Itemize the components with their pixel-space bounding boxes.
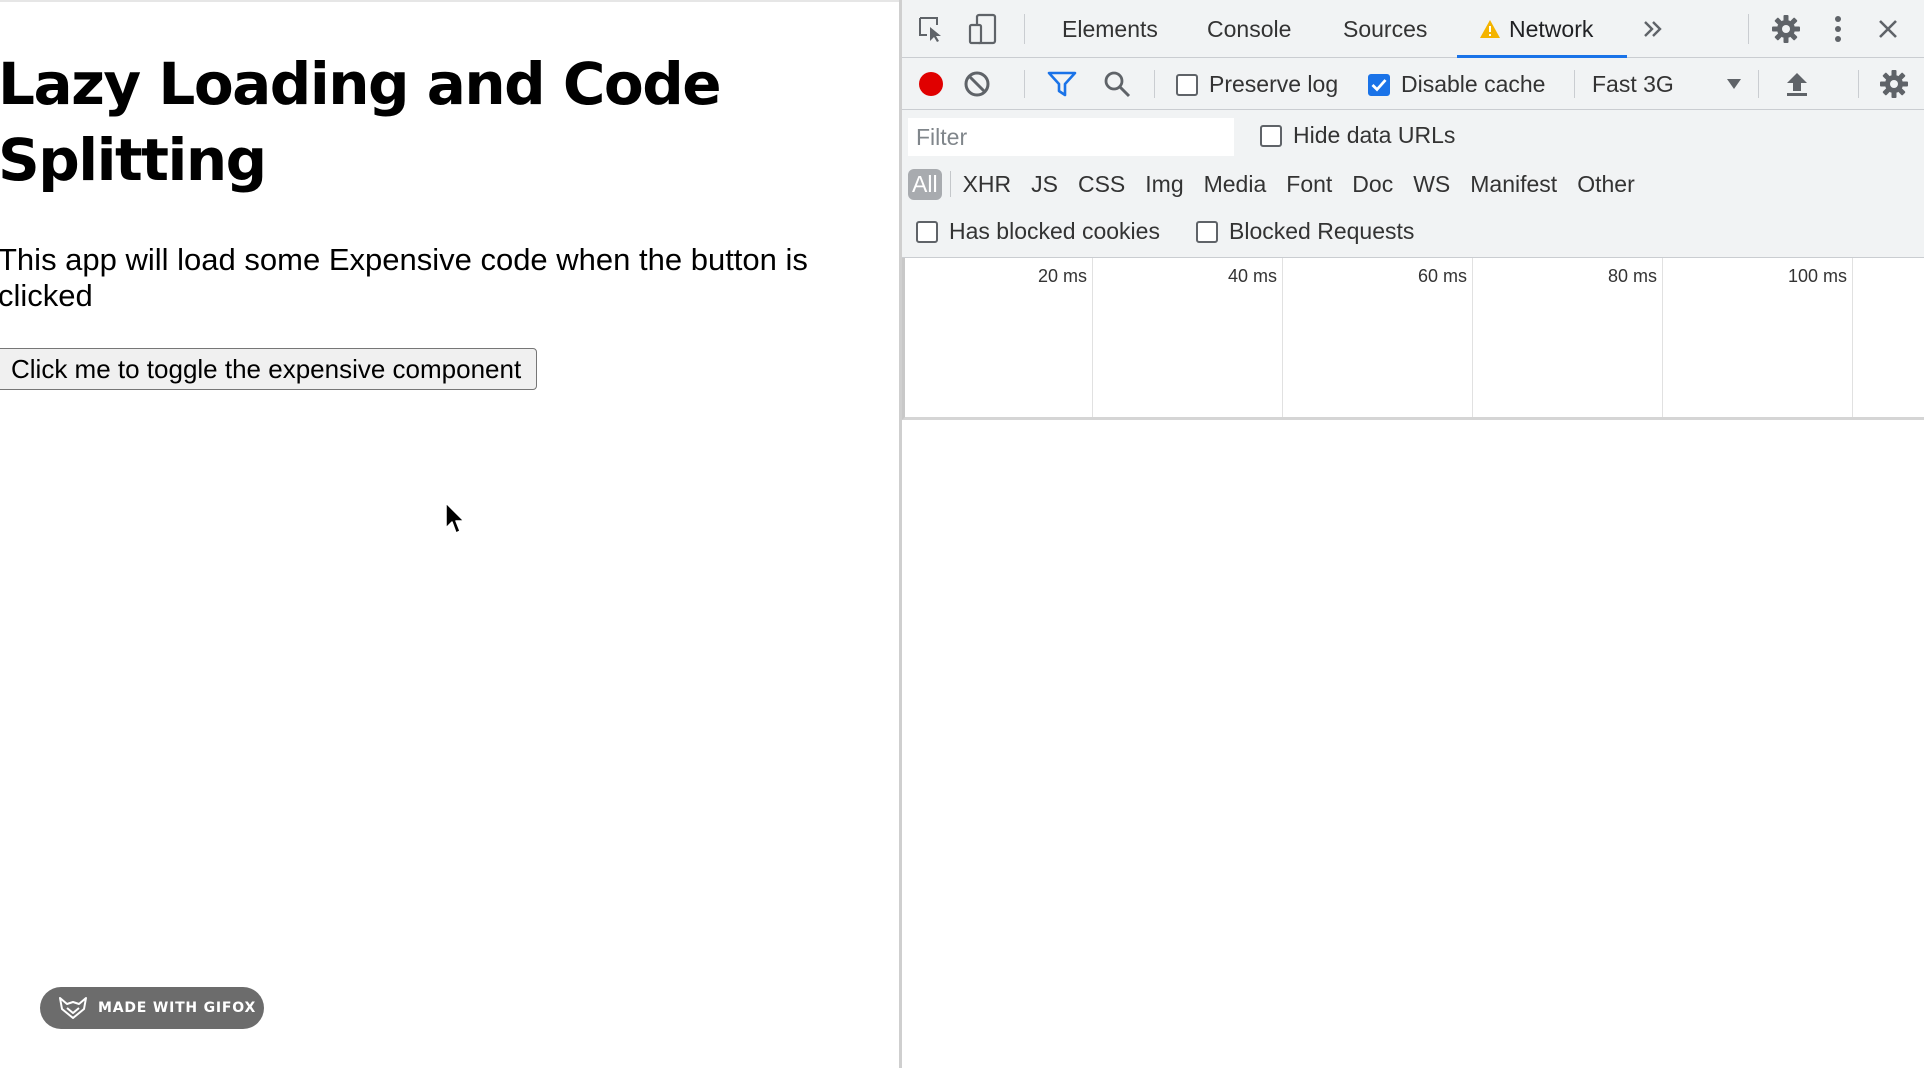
checkbox-label: Blocked Requests: [1229, 218, 1415, 244]
hide-data-urls-checkbox[interactable]: Hide data URLs: [1260, 122, 1455, 149]
type-filter-doc[interactable]: Doc: [1342, 169, 1403, 200]
dropdown-arrow-icon: [1727, 79, 1741, 89]
throttling-select[interactable]: Fast 3G: [1592, 58, 1742, 110]
preserve-log-checkbox[interactable]: Preserve log: [1176, 71, 1338, 98]
toolbar-separator: [1024, 14, 1025, 44]
timeline-gridline: [1662, 258, 1663, 417]
tab-console[interactable]: Console: [1207, 0, 1291, 58]
tab-network[interactable]: Network: [1457, 0, 1627, 58]
blocked-requests-checkbox[interactable]: Blocked Requests: [1196, 218, 1414, 245]
checkbox-label: Preserve log: [1209, 71, 1339, 97]
network-request-list[interactable]: [902, 423, 1924, 1068]
search-icon[interactable]: [1102, 69, 1132, 99]
fox-icon: [59, 997, 87, 1019]
type-filter-img[interactable]: Img: [1135, 169, 1193, 200]
checkbox-label: Has blocked cookies: [949, 218, 1160, 244]
checkbox-box[interactable]: [916, 220, 938, 243]
type-filter-font[interactable]: Font: [1276, 169, 1342, 200]
tab-label: Sources: [1343, 15, 1428, 42]
tab-label: Elements: [1062, 15, 1158, 42]
timeline-gridline: [1282, 258, 1283, 417]
clear-icon[interactable]: [962, 69, 992, 99]
type-filter-js[interactable]: JS: [1021, 169, 1068, 200]
type-filter-manifest[interactable]: Manifest: [1460, 169, 1567, 200]
double-chevron-right-icon[interactable]: [1639, 15, 1667, 43]
timeline-tick-label: 40 ms: [1227, 266, 1277, 286]
toggle-expensive-component-button[interactable]: Click me to toggle the expensive compone…: [0, 348, 538, 390]
timeline-tick-label: 100 ms: [1787, 266, 1847, 286]
checkbox-label: Disable cache: [1401, 71, 1546, 97]
type-filter-ws[interactable]: WS: [1403, 169, 1460, 200]
app-page: Lazy Loading and Code Splitting This app…: [0, 0, 899, 1068]
more-options-icon[interactable]: [1830, 13, 1846, 45]
tab-label: Network: [1509, 15, 1594, 42]
timeline-tick-label: 60 ms: [1417, 266, 1467, 286]
upload-icon[interactable]: [1782, 69, 1812, 99]
type-filter-media[interactable]: Media: [1194, 169, 1277, 200]
page-title: Lazy Loading and Code Splitting: [0, 50, 722, 194]
toolbar-separator: [1154, 70, 1155, 98]
checkbox-box[interactable]: [1176, 73, 1198, 96]
warning-icon: [1480, 20, 1500, 38]
toolbar-separator: [1024, 70, 1025, 98]
watermark-text: MADE WITH GIFOX: [98, 1000, 257, 1016]
checkbox-box[interactable]: [1260, 124, 1282, 147]
tab-elements[interactable]: Elements: [1062, 0, 1158, 58]
toolbar-separator: [1858, 70, 1859, 98]
gifox-watermark: MADE WITH GIFOX: [40, 987, 264, 1029]
type-filter-other[interactable]: Other: [1567, 169, 1645, 200]
checkbox-box[interactable]: [1196, 220, 1218, 243]
checkbox-label: Hide data URLs: [1293, 122, 1456, 148]
tab-sources[interactable]: Sources: [1343, 0, 1427, 58]
toolbar-separator: [1748, 14, 1749, 44]
page-description: This app will load some Expensive code w…: [0, 242, 808, 313]
device-toolbar-icon[interactable]: [968, 13, 998, 45]
tab-label: Console: [1207, 15, 1292, 42]
devtools-tabbar: Elements Console Sources Network: [902, 0, 1924, 58]
throttling-value: Fast 3G: [1592, 70, 1674, 97]
record-icon[interactable]: [916, 69, 946, 99]
timeline-gridline: [1852, 258, 1853, 417]
timeline-tick-label: 20 ms: [1037, 266, 1087, 286]
inspect-element-icon[interactable]: [916, 14, 946, 44]
toolbar-separator: [1758, 70, 1759, 98]
checkbox-box[interactable]: [1368, 73, 1390, 96]
timeline-tick-label: 80 ms: [1607, 266, 1657, 286]
mouse-cursor-icon: [445, 502, 465, 534]
disable-cache-checkbox[interactable]: Disable cache: [1368, 71, 1545, 98]
network-toolbar: Preserve log Disable cache: [902, 58, 1924, 110]
toolbar-separator: [1574, 70, 1575, 98]
type-filter-xhr[interactable]: XHR: [953, 169, 1022, 200]
timeline-gridline: [1092, 258, 1093, 417]
filter-input[interactable]: [908, 118, 1234, 156]
resource-type-filters: All XHR JS CSS Img Media Font Doc WS Man…: [908, 166, 1645, 202]
timeline-gridline: [1472, 258, 1473, 417]
network-settings-gear-icon[interactable]: [1877, 67, 1911, 101]
devtools-panel: Elements Console Sources Network Preserv…: [902, 0, 1924, 1068]
type-filter-separator: [949, 171, 951, 197]
has-blocked-cookies-checkbox[interactable]: Has blocked cookies: [916, 218, 1160, 245]
close-icon[interactable]: [1874, 15, 1902, 43]
filter-icon[interactable]: [1046, 69, 1078, 99]
type-filter-all[interactable]: All: [908, 168, 942, 200]
settings-gear-icon[interactable]: [1770, 13, 1802, 45]
network-filter-bar: Hide data URLs All XHR JS CSS Img Media …: [902, 110, 1924, 258]
type-filter-css[interactable]: CSS: [1068, 169, 1135, 200]
network-timeline-overview[interactable]: 20 ms 40 ms 60 ms 80 ms 100 ms: [902, 258, 1924, 420]
